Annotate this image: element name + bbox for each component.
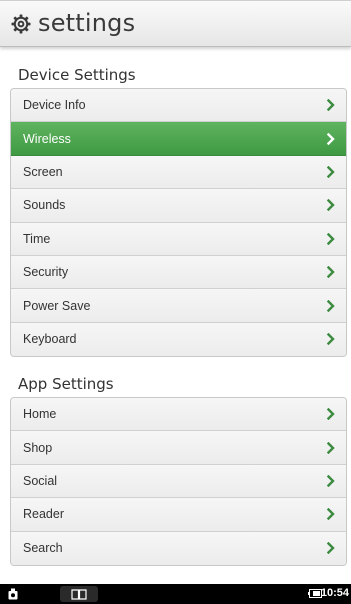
settings-item-reader[interactable]: Reader: [11, 498, 346, 532]
device-settings-list: Device Info Wireless Screen Sounds Time …: [10, 88, 347, 358]
settings-item-time[interactable]: Time: [11, 222, 346, 256]
settings-item-label: Screen: [23, 164, 63, 179]
settings-item-device-info[interactable]: Device Info: [11, 89, 346, 123]
chevron-right-icon: [326, 132, 336, 145]
settings-item-power-save[interactable]: Power Save: [11, 289, 346, 323]
page-title: settings: [38, 8, 136, 37]
device-settings-heading: Device Settings: [18, 66, 136, 84]
settings-item-label: Reader: [23, 507, 64, 522]
chevron-right-icon: [326, 408, 336, 421]
settings-item-label: Sounds: [23, 198, 66, 213]
settings-item-label: Home: [23, 407, 57, 422]
chevron-right-icon: [326, 199, 336, 212]
settings-item-sounds[interactable]: Sounds: [11, 189, 346, 223]
settings-item-security[interactable]: Security: [11, 255, 346, 290]
settings-item-keyboard[interactable]: Keyboard: [11, 322, 346, 357]
settings-item-label: Device Info: [23, 98, 86, 113]
settings-item-label: Time: [23, 231, 51, 246]
settings-item-label: Shop: [23, 440, 53, 455]
settings-item-label: Social: [23, 473, 58, 488]
chevron-right-icon: [326, 542, 336, 555]
settings-item-social[interactable]: Social: [11, 464, 346, 499]
settings-item-label: Keyboard: [23, 332, 77, 347]
chevron-right-icon: [326, 232, 336, 245]
chevron-right-icon: [326, 99, 336, 112]
chevron-right-icon: [326, 474, 336, 487]
clock-time: 10:54: [320, 587, 349, 599]
chevron-right-icon: [326, 508, 336, 521]
settings-item-label: Search: [23, 541, 63, 556]
notification-icon[interactable]: [8, 588, 18, 600]
chevron-right-icon: [326, 333, 336, 346]
settings-item-home[interactable]: Home: [11, 398, 346, 432]
book-icon[interactable]: [60, 586, 98, 602]
title-bar: settings: [0, 0, 351, 47]
app-settings-heading: App Settings: [18, 375, 114, 393]
settings-item-screen[interactable]: Screen: [11, 155, 346, 190]
chevron-right-icon: [326, 441, 336, 454]
chevron-right-icon: [326, 165, 336, 178]
settings-item-label: Power Save: [23, 298, 91, 313]
chevron-right-icon: [326, 266, 336, 279]
settings-item-shop[interactable]: Shop: [11, 431, 346, 465]
gear-icon: [10, 13, 32, 35]
status-bar: 10:54: [0, 584, 351, 604]
app-settings-list: Home Shop Social Reader Search: [10, 397, 347, 566]
settings-item-label: Security: [23, 265, 69, 280]
settings-item-search[interactable]: Search: [11, 531, 346, 565]
chevron-right-icon: [326, 299, 336, 312]
settings-item-wireless[interactable]: Wireless: [11, 122, 346, 156]
settings-item-label: Wireless: [23, 131, 71, 146]
